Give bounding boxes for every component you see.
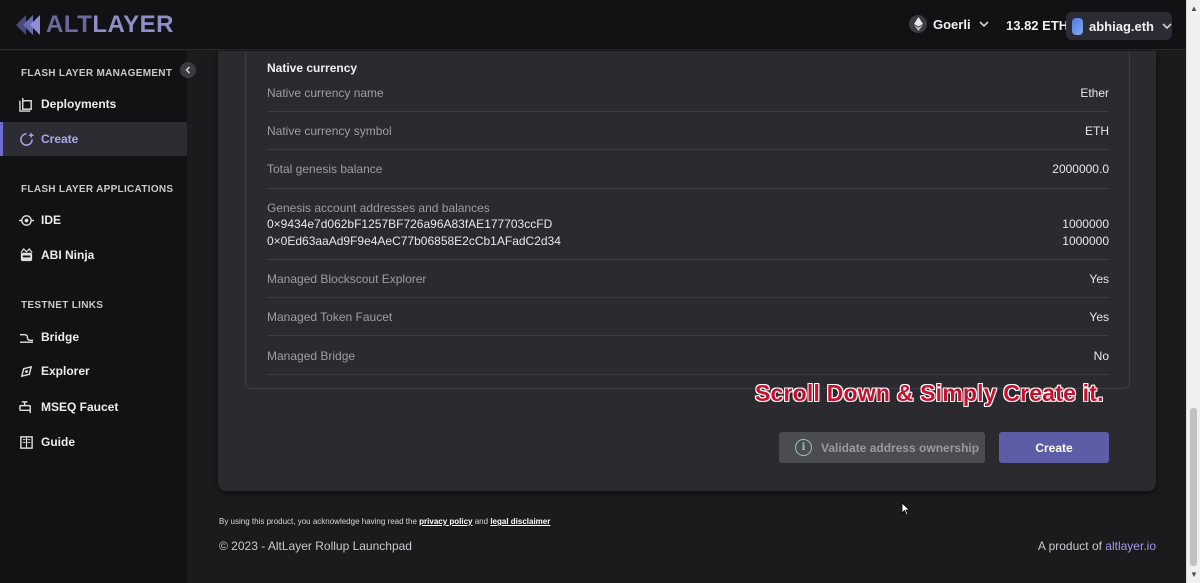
detail-row-native-symbol: Native currency symbol ETH — [267, 112, 1109, 150]
sidebar-item-label: Guide — [41, 435, 76, 449]
sidebar-section-title: FLASH LAYER APPLICATIONS — [21, 184, 174, 195]
sidebar-item-bridge[interactable]: Bridge — [0, 320, 187, 354]
mouse-cursor-icon — [901, 502, 911, 521]
row-label: Native currency name — [267, 86, 384, 100]
faucet-icon — [18, 399, 34, 415]
chevron-down-icon — [979, 19, 989, 30]
row-label: Managed Bridge — [267, 349, 356, 363]
wallet-balance: 13.82 ETH — [1006, 18, 1069, 33]
privacy-policy-link[interactable]: privacy policy — [419, 517, 472, 526]
sidebar-item-label: ABI Ninja — [41, 248, 95, 262]
sidebar-item-mseq-faucet[interactable]: MSEQ Faucet — [0, 390, 187, 424]
account-name: abhiag.eth — [1088, 18, 1154, 34]
genesis-amount: 1000000 — [1062, 217, 1109, 231]
sidebar-collapse-button[interactable] — [180, 62, 196, 78]
genesis-address: 0×9434e7d062bF1257BF726a96A83fAE177703cc… — [267, 217, 553, 231]
sidebar-item-label: Deployments — [41, 97, 117, 111]
scroll-thumb[interactable] — [1190, 408, 1197, 566]
scroll-up-arrow-icon[interactable]: ▲ — [1190, 4, 1198, 13]
detail-row-bridge: Managed Bridge No — [267, 336, 1109, 375]
copyright: © 2023 - AltLayer Rollup Launchpad — [219, 539, 412, 553]
annotation-overlay: Scroll Down & Simply Create it. — [755, 380, 1104, 406]
network-selector[interactable]: Goerli — [909, 15, 989, 33]
top-header: ALTLAYER Goerli 13.82 ETH abhiag.eth — [0, 0, 1186, 50]
explorer-icon — [18, 363, 34, 379]
detail-row-blockscout: Managed Blockscout Explorer Yes — [267, 260, 1109, 298]
legal-text-and: and — [474, 517, 489, 526]
altlayer-link[interactable]: altlayer.io — [1105, 539, 1156, 553]
product-credit: A product of altlayer.io — [1038, 539, 1156, 553]
sidebar-item-abi-ninja[interactable]: ABI Ninja — [0, 238, 187, 272]
guide-icon — [18, 434, 34, 450]
row-label: Genesis account addresses and balances — [267, 201, 490, 215]
bridge-icon — [18, 329, 34, 345]
genesis-amount: 1000000 — [1062, 234, 1109, 248]
sidebar-item-guide[interactable]: Guide — [0, 425, 187, 459]
detail-row-genesis-accounts: Genesis account addresses and balances 0… — [267, 189, 1109, 260]
sidebar-section-title: FLASH LAYER MANAGEMENT — [21, 68, 173, 79]
row-label: Native currency symbol — [267, 124, 392, 138]
row-label: Managed Token Faucet — [267, 310, 393, 324]
altlayer-logo-icon — [16, 15, 40, 35]
legal-text: By using this product, you acknowledge h… — [219, 517, 417, 526]
row-value: 2000000.0 — [1052, 162, 1109, 176]
sidebar-item-label: MSEQ Faucet — [41, 400, 119, 414]
logo-text: ALTLAYER — [46, 11, 175, 38]
validate-address-button[interactable]: i Validate address ownership — [779, 432, 985, 463]
sidebar-item-label: Explorer — [41, 364, 90, 378]
chevron-down-icon — [1162, 21, 1172, 32]
info-icon: i — [795, 439, 812, 456]
detail-row-genesis-balance: Total genesis balance 2000000.0 — [267, 150, 1109, 189]
sidebar-item-create[interactable]: Create — [0, 122, 187, 156]
altlayer-logo[interactable]: ALTLAYER — [14, 11, 174, 39]
genesis-address: 0×0Ed63aaAd9F9e4AeC77b06858E2cCb1AFadC2d… — [267, 234, 561, 248]
detail-row-native-name: Native currency name Ether — [267, 84, 1109, 112]
sidebar-item-label: Bridge — [41, 330, 80, 344]
sidebar-item-label: IDE — [41, 213, 62, 227]
row-value: Yes — [1089, 310, 1109, 324]
product-prefix: A product of — [1037, 539, 1102, 553]
sidebar-item-label: Create — [41, 132, 79, 146]
ethereum-icon — [909, 15, 927, 33]
validate-label: Validate address ownership — [821, 440, 980, 455]
scroll-down-arrow-icon[interactable]: ▼ — [1190, 570, 1198, 579]
avatar — [1072, 17, 1083, 35]
detail-row-faucet: Managed Token Faucet Yes — [267, 298, 1109, 336]
row-value: No — [1093, 349, 1109, 363]
sidebar-item-ide[interactable]: IDE — [0, 203, 187, 237]
row-label: Total genesis balance — [267, 162, 383, 176]
sidebar-item-explorer[interactable]: Explorer — [0, 354, 187, 388]
sidebar-item-deployments[interactable]: Deployments — [0, 87, 187, 121]
section-heading: Native currency — [267, 61, 358, 75]
chevron-left-icon — [185, 66, 191, 74]
row-value: Yes — [1089, 272, 1109, 286]
ninja-icon — [18, 247, 34, 263]
create-button[interactable]: Create — [999, 432, 1109, 463]
native-currency-panel: Native currency Native currency name Eth… — [245, 51, 1130, 389]
row-value: Ether — [1080, 86, 1109, 100]
legal-disclaimer-link[interactable]: legal disclaimer — [490, 517, 550, 526]
create-icon — [18, 131, 34, 147]
deployments-icon — [18, 96, 34, 112]
account-menu[interactable]: abhiag.eth — [1066, 12, 1172, 40]
row-value: ETH — [1085, 124, 1109, 138]
row-label: Managed Blockscout Explorer — [267, 272, 427, 286]
sidebar-section-title: TESTNET LINKS — [21, 300, 104, 311]
network-label: Goerli — [933, 16, 971, 32]
sidebar: FLASH LAYER MANAGEMENT Deployments Creat… — [0, 51, 187, 583]
review-card: Native currency Native currency name Eth… — [218, 51, 1156, 491]
legal-notice: By using this product, you acknowledge h… — [219, 517, 550, 526]
page-scrollbar[interactable]: ▲ ▼ — [1186, 0, 1200, 583]
ide-icon — [18, 212, 34, 228]
